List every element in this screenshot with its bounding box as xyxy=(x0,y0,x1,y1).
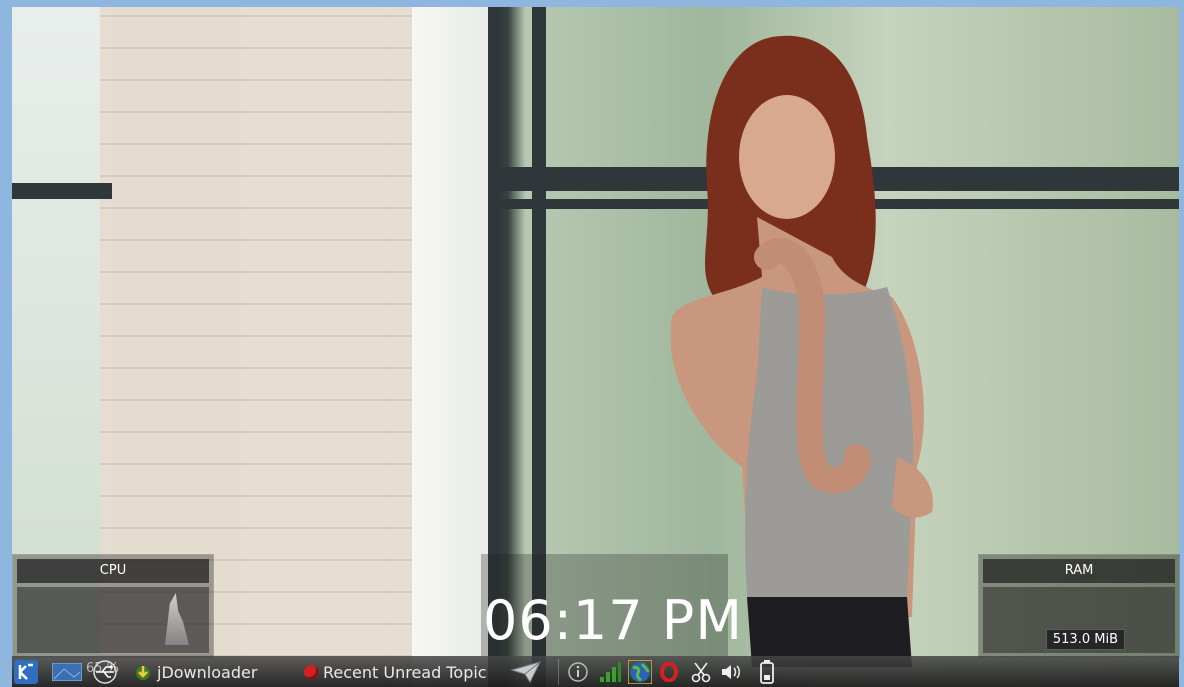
wallpaper-window-frame xyxy=(12,183,112,199)
tray-signal[interactable] xyxy=(598,659,624,685)
ram-usage-value: 513.0 MiB xyxy=(1045,629,1125,650)
volume-icon xyxy=(722,665,740,679)
tray-opera[interactable] xyxy=(660,659,682,685)
cpu-widget: CPU xyxy=(12,554,214,658)
tray-volume[interactable] xyxy=(720,659,746,685)
taskbar-task-jdownloader[interactable]: jDownloader xyxy=(134,659,294,685)
desktop-pager-icon xyxy=(52,663,82,681)
tray-klipper[interactable] xyxy=(690,659,714,685)
tray-globe[interactable] xyxy=(628,659,654,685)
ram-widget-title: RAM xyxy=(983,559,1175,583)
ram-graph-area: 513.0 MiB xyxy=(983,587,1175,653)
cpu-usage-graph xyxy=(165,593,189,645)
taskbar-task-opera[interactable]: Recent Unread Topic xyxy=(304,659,500,685)
wallpaper-white-column xyxy=(412,7,490,687)
opera-tray-icon xyxy=(660,662,678,682)
jdownloader-icon xyxy=(136,666,150,680)
cpu-graph-area xyxy=(17,587,209,653)
network-usb-icon xyxy=(93,660,117,684)
tray-separator xyxy=(558,659,559,685)
ram-widget: RAM 513.0 MiB xyxy=(978,554,1180,658)
cpu-widget-title: CPU xyxy=(17,559,209,583)
desktop-pager[interactable] xyxy=(52,659,84,685)
info-icon xyxy=(568,662,588,682)
opera-icon xyxy=(304,665,318,679)
scissors-icon xyxy=(691,662,711,683)
battery-icon xyxy=(760,660,774,684)
clock-time[interactable]: 06:17 PM xyxy=(483,586,783,656)
tray-battery[interactable] xyxy=(756,659,782,685)
task-label: Recent Unread Topic xyxy=(323,662,487,682)
task-label: jDownloader xyxy=(157,662,258,682)
kde-menu-icon xyxy=(14,660,38,684)
launcher-button[interactable] xyxy=(510,659,550,685)
globe-icon xyxy=(628,660,652,684)
kde-menu-button[interactable] xyxy=(14,659,40,685)
tray-info[interactable] xyxy=(567,659,591,685)
paper-plane-icon xyxy=(510,661,541,684)
signal-strength-icon xyxy=(600,662,621,682)
